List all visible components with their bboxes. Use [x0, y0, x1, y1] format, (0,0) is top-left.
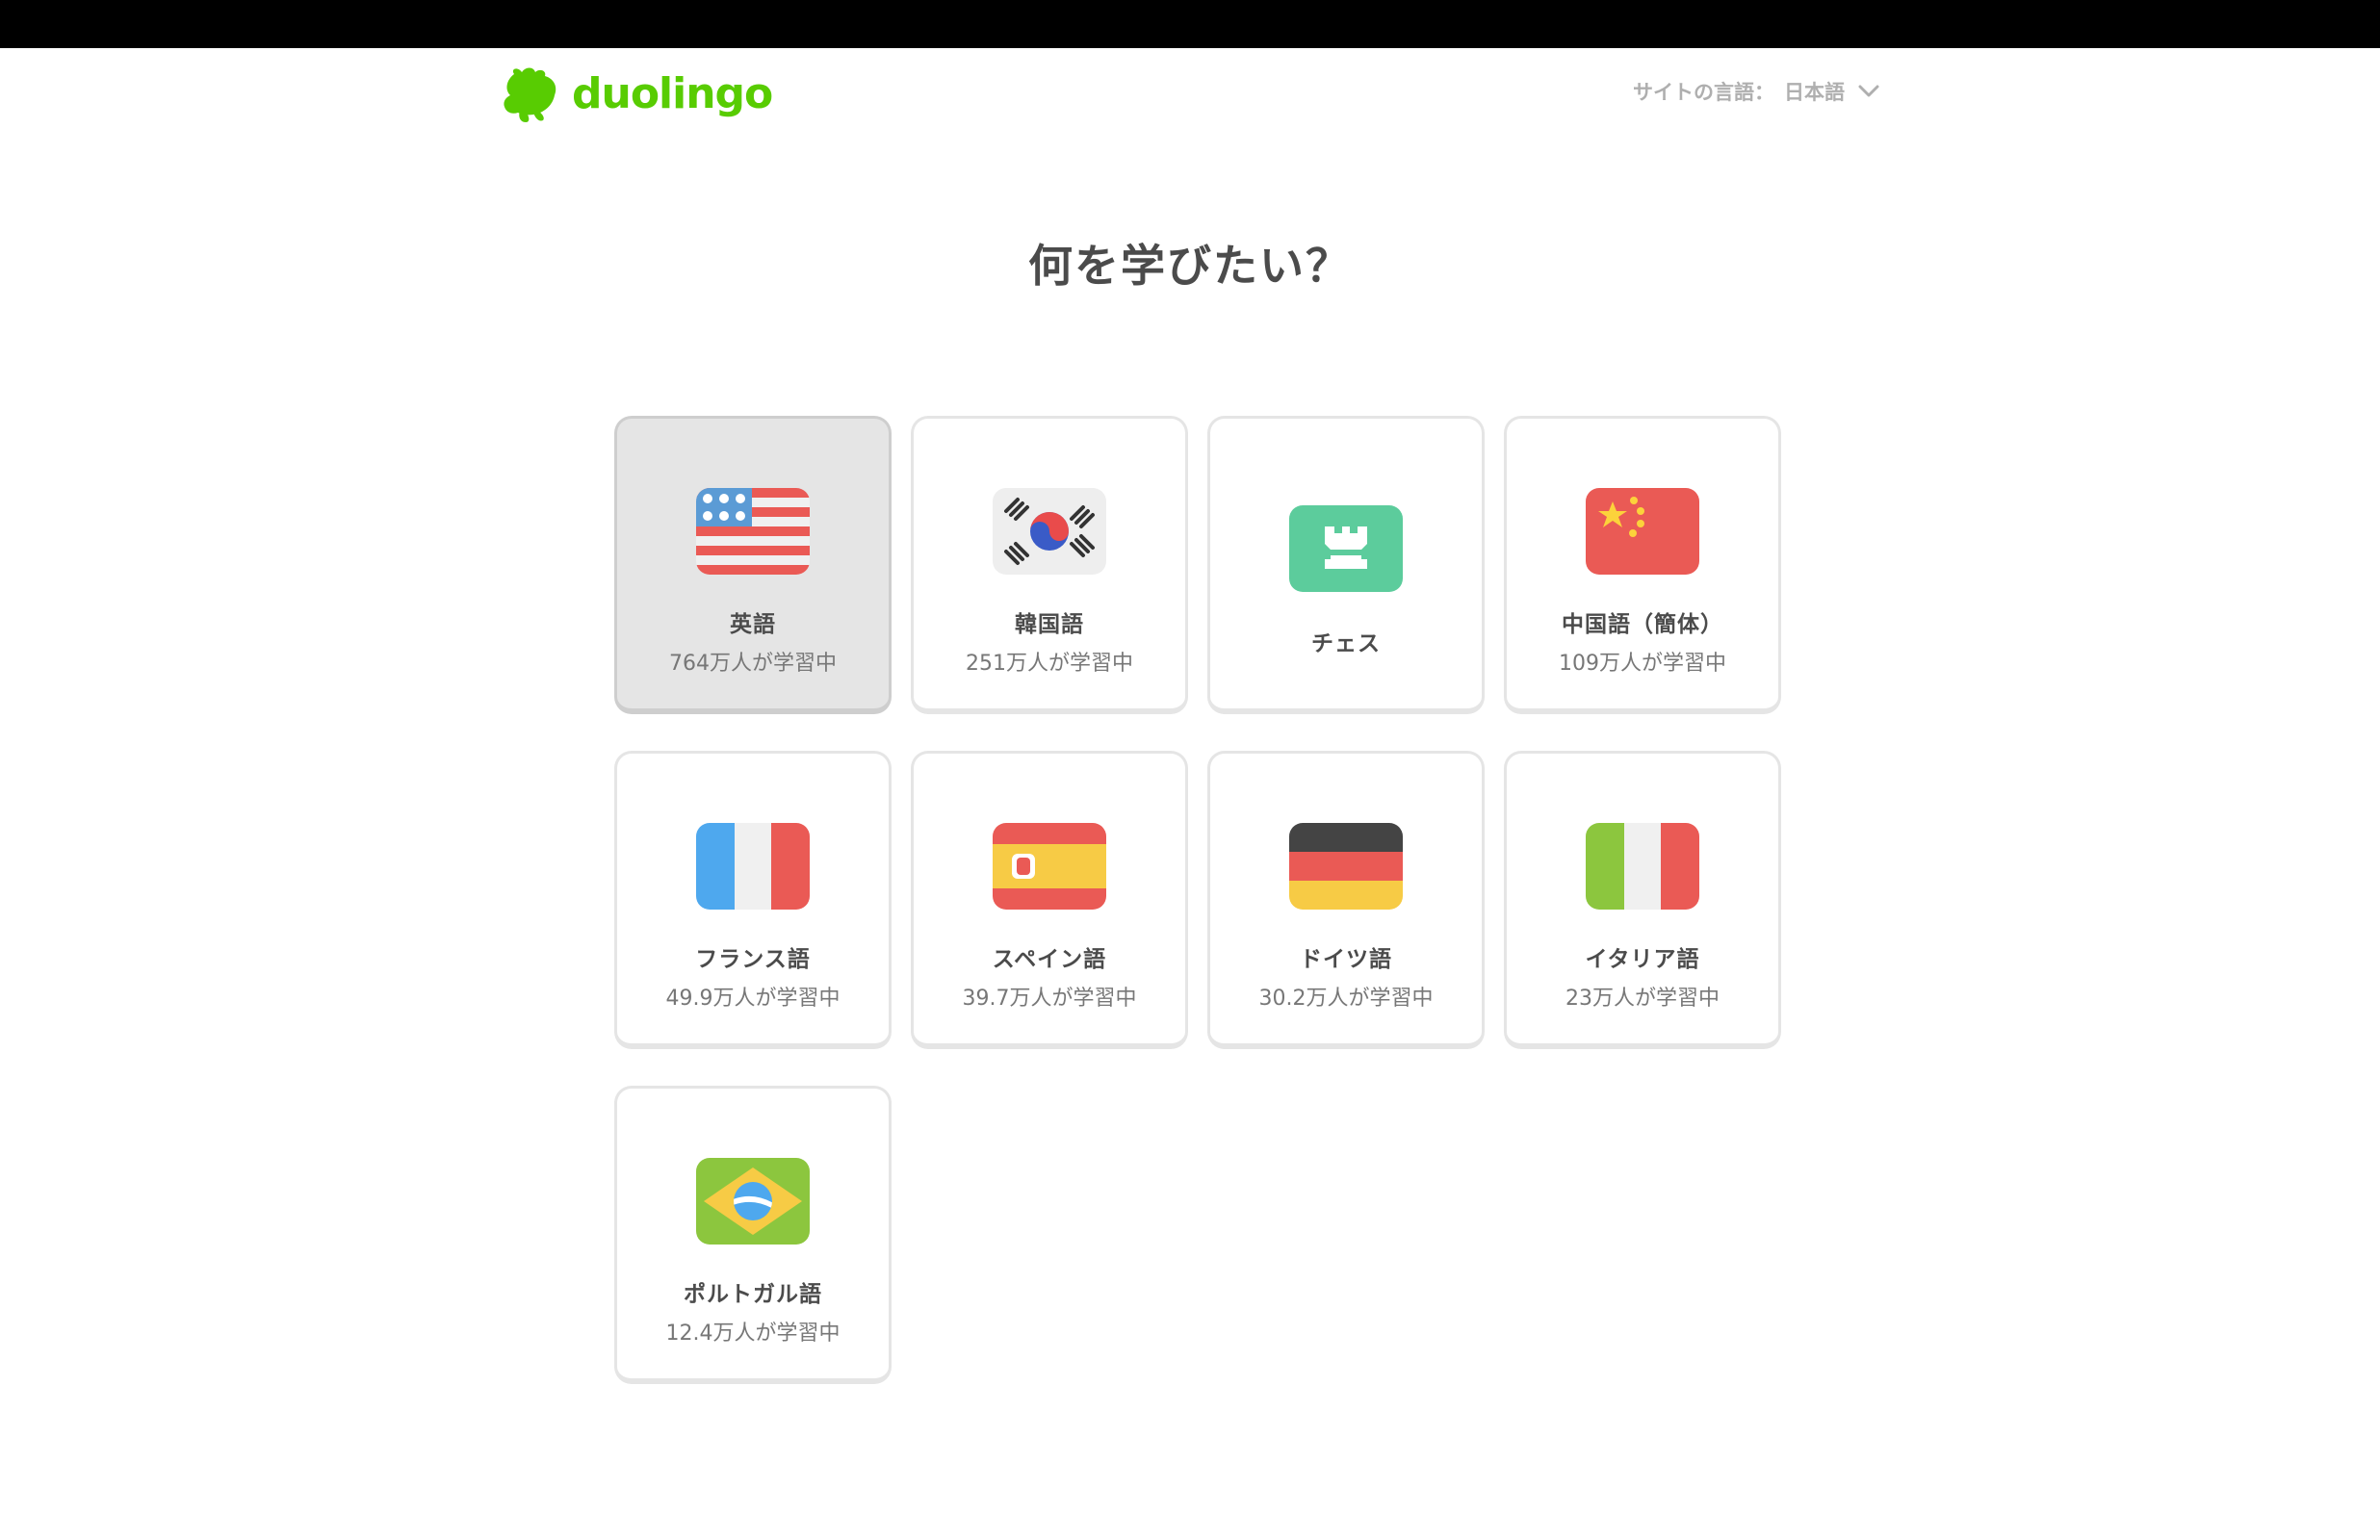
spain-flag-icon	[993, 823, 1106, 910]
italy-flag-icon	[1586, 823, 1699, 910]
course-learners: 109万人が学習中	[1559, 652, 1726, 676]
duolingo-logo[interactable]: duolingo	[501, 64, 773, 125]
course-card-chess[interactable]: チェス	[1207, 416, 1485, 714]
us-flag-icon	[696, 488, 810, 575]
course-grid: 英語 764万人が学習中 韓国語 251万人が学習中 チェス 中国語（簡体） 1…	[614, 416, 1781, 1384]
site-language-value: 日本語	[1784, 81, 1845, 104]
course-card-spanish[interactable]: スペイン語 39.7万人が学習中	[911, 751, 1188, 1049]
course-card-italian[interactable]: イタリア語 23万人が学習中	[1504, 751, 1781, 1049]
course-name: フランス語	[695, 947, 811, 972]
course-name: 韓国語	[1015, 612, 1084, 637]
course-card-korean[interactable]: 韓国語 251万人が学習中	[911, 416, 1188, 714]
france-flag-icon	[696, 823, 810, 910]
course-card-english[interactable]: 英語 764万人が学習中	[614, 416, 892, 714]
course-learners: 12.4万人が学習中	[665, 1322, 841, 1346]
korea-flag-icon	[993, 488, 1106, 575]
germany-flag-icon	[1289, 823, 1403, 910]
course-name: ドイツ語	[1300, 947, 1392, 972]
course-name: スペイン語	[992, 947, 1107, 972]
header: duolingo サイトの言語： 日本語	[0, 48, 2380, 154]
duo-owl-icon	[504, 67, 556, 122]
course-name: 英語	[730, 612, 776, 637]
course-learners: 30.2万人が学習中	[1258, 987, 1434, 1011]
logo-text: duolingo	[572, 69, 773, 118]
course-learners: 764万人が学習中	[669, 652, 837, 676]
china-flag-icon	[1586, 488, 1699, 575]
page-title: 何を学びたい？	[1028, 240, 1352, 292]
course-name: 中国語（簡体）	[1562, 612, 1723, 637]
course-learners: 251万人が学習中	[966, 652, 1133, 676]
site-language-selector[interactable]: サイトの言語： 日本語	[1633, 77, 1879, 106]
course-name: イタリア語	[1585, 947, 1700, 972]
chess-rook-icon	[1289, 505, 1403, 592]
site-language-label: サイトの言語：	[1633, 81, 1774, 104]
course-learners: 23万人が学習中	[1565, 987, 1720, 1011]
chevron-down-icon	[1858, 85, 1879, 97]
brazil-flag-icon	[696, 1158, 810, 1245]
course-name: チェス	[1311, 631, 1381, 656]
course-learners: 49.9万人が学習中	[665, 987, 841, 1011]
course-card-french[interactable]: フランス語 49.9万人が学習中	[614, 751, 892, 1049]
course-card-german[interactable]: ドイツ語 30.2万人が学習中	[1207, 751, 1485, 1049]
browser-top-bar	[0, 0, 2380, 48]
course-learners: 39.7万人が学習中	[962, 987, 1137, 1011]
course-card-chinese[interactable]: 中国語（簡体） 109万人が学習中	[1504, 416, 1781, 714]
course-card-portuguese[interactable]: ポルトガル語 12.4万人が学習中	[614, 1086, 892, 1384]
course-name: ポルトガル語	[684, 1282, 822, 1307]
